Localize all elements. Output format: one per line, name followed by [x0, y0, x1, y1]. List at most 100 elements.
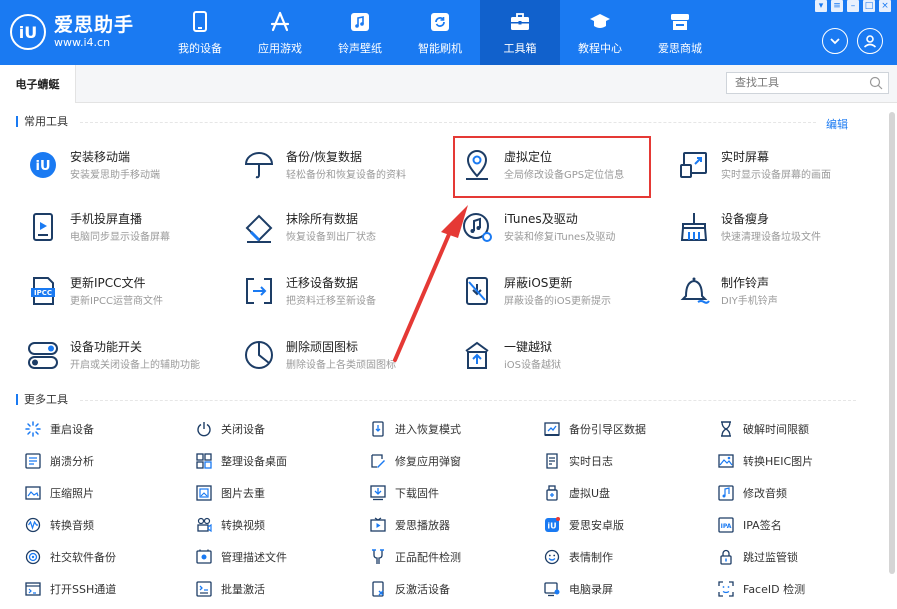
mini-tool-i4-player[interactable]: 爱思播放器: [370, 514, 450, 536]
tool-desc: 轻松备份和恢复设备的资料: [286, 170, 406, 181]
mini-tool-download-firmware[interactable]: 下载固件: [370, 482, 439, 504]
mini-tool-backup-boot[interactable]: 备份引导区数据: [544, 418, 646, 440]
mini-tool-deactivate-device[interactable]: 反激活设备: [370, 578, 450, 600]
tool-name: 实时屏幕: [721, 150, 770, 164]
edit-link[interactable]: 编辑: [826, 116, 848, 132]
crash-analysis-icon: [25, 453, 41, 469]
tool-desc: 实时显示设备屏幕的画面: [721, 170, 831, 181]
tool-desc: 屏蔽设备的iOS更新提示: [504, 296, 611, 307]
mini-tool-manage-profiles[interactable]: 管理描述文件: [196, 546, 287, 568]
tool-itunes-drivers[interactable]: iTunes及驱动 安装和修复iTunes及驱动: [460, 206, 670, 250]
user-icon[interactable]: [857, 28, 883, 54]
mini-tool-batch-activate[interactable]: 批量激活: [196, 578, 265, 600]
logo-mark: iU: [10, 14, 46, 50]
mini-tool-label: 虚拟U盘: [569, 487, 611, 500]
search-placeholder: 查找工具: [735, 76, 779, 89]
mini-tool-skip-supervision[interactable]: 跳过监管锁: [718, 546, 798, 568]
vertical-scrollbar[interactable]: [889, 112, 895, 574]
mini-tool-convert-heic[interactable]: 转换HEIC图片: [718, 450, 813, 472]
mini-tool-label: 图片去重: [221, 487, 265, 500]
mini-tool-label: 转换视频: [221, 519, 265, 532]
app-logo[interactable]: iU 爱思助手 www.i4.cn: [10, 8, 134, 56]
umbrella-icon: [244, 152, 274, 179]
nav-store[interactable]: 爱思商城: [640, 0, 720, 65]
download-icon[interactable]: [822, 28, 848, 54]
svg-text:iU: iU: [547, 522, 556, 531]
nav-label: 铃声壁纸: [338, 41, 382, 55]
mini-tool-faceid-check[interactable]: FaceID 检测: [718, 578, 805, 600]
mini-tool-screen-record[interactable]: 电脑录屏: [544, 578, 613, 600]
tool-desc: 安装和修复iTunes及驱动: [504, 232, 616, 243]
maximize-icon[interactable]: □: [863, 0, 875, 12]
mini-tool-convert-video[interactable]: 转换视频: [196, 514, 265, 536]
mini-tool-crash-analysis[interactable]: 崩溃分析: [25, 450, 94, 472]
shirt-icon[interactable]: ▾: [815, 0, 827, 12]
tab-electronic-dragonfly[interactable]: 电子蜻蜓: [0, 65, 76, 103]
nav-label: 应用游戏: [258, 41, 302, 55]
hourglass-icon: [721, 421, 731, 437]
mini-tool-dedupe-photo[interactable]: 图片去重: [196, 482, 265, 504]
mini-tool-accessory-check[interactable]: 正品配件检测: [370, 546, 461, 568]
mini-tool-i4-android[interactable]: iU 爱思安卓版: [544, 514, 624, 536]
tool-live-screen[interactable]: 实时屏幕 实时显示设备屏幕的画面: [677, 144, 887, 188]
tool-device-feature-switch[interactable]: 设备功能开关 开启或关闭设备上的辅助功能: [26, 334, 236, 378]
tool-block-ios-update[interactable]: 屏蔽iOS更新 屏蔽设备的iOS更新提示: [460, 270, 670, 314]
mini-tool-label: 整理设备桌面: [221, 455, 287, 468]
top-bar: iU 爱思助手 www.i4.cn 我的设备 应用游戏 铃声壁纸 智能刷机 工具…: [0, 0, 897, 65]
nav-label: 我的设备: [178, 41, 222, 55]
mini-tool-virtual-udisk[interactable]: 虚拟U盘: [544, 482, 610, 504]
mini-tool-open-ssh[interactable]: 打开SSH通道: [25, 578, 116, 600]
search-input[interactable]: 查找工具: [726, 72, 889, 94]
nav-my-device[interactable]: 我的设备: [160, 0, 240, 65]
logo-url: www.i4.cn: [54, 36, 111, 49]
mini-tool-recovery-mode[interactable]: 进入恢复模式: [370, 418, 461, 440]
tool-name: 手机投屏直播: [70, 212, 143, 226]
refresh-icon: [431, 12, 449, 31]
mini-tool-emoji-maker[interactable]: 表情制作: [544, 546, 613, 568]
mini-tool-ipa-sign[interactable]: IPA IPA签名: [718, 514, 782, 536]
toolbox-icon: [511, 12, 529, 30]
mini-tool-label: 正品配件检测: [395, 551, 461, 564]
mini-tool-edit-audio[interactable]: 修改音频: [718, 482, 787, 504]
search-icon[interactable]: [869, 76, 883, 90]
tool-device-slim[interactable]: 设备瘦身 快速清理设备垃圾文件: [677, 206, 887, 250]
minimize-icon[interactable]: –: [847, 0, 859, 12]
tool-delete-stubborn-icons[interactable]: 删除顽固图标 删除设备上各类顽固图标: [242, 334, 452, 378]
block-update-icon: [466, 277, 488, 305]
tool-desc: DIY手机铃声: [721, 296, 778, 307]
mini-tool-organize-desktop[interactable]: 整理设备桌面: [196, 450, 287, 472]
tool-desc: 快速清理设备垃圾文件: [721, 232, 821, 243]
tool-migrate-data[interactable]: 迁移设备数据 把资料迁移至新设备: [242, 270, 452, 314]
mini-tool-label: 进入恢复模式: [395, 423, 461, 436]
tool-desc: iOS设备越狱: [504, 360, 561, 371]
tool-backup-restore[interactable]: 备份/恢复数据 轻松备份和恢复设备的资料: [242, 144, 452, 188]
mini-tool-shutdown[interactable]: 关闭设备: [196, 418, 265, 440]
tool-screen-cast-live[interactable]: 手机投屏直播 电脑同步显示设备屏幕: [26, 206, 236, 250]
mini-tool-social-backup[interactable]: 社交软件备份: [25, 546, 116, 568]
nav-flash[interactable]: 智能刷机: [400, 0, 480, 65]
mini-tool-screen-time-crack[interactable]: 破解时间限额: [718, 418, 809, 440]
nav-toolbox[interactable]: 工具箱: [480, 0, 560, 65]
store-icon: [671, 13, 689, 30]
close-icon[interactable]: ×: [879, 0, 891, 12]
tool-name: 制作铃声: [721, 276, 770, 290]
ssh-terminal-icon: [25, 582, 41, 596]
tool-update-ipcc[interactable]: IPCC 更新IPCC文件 更新IPCC运营商文件: [26, 270, 236, 314]
power-icon: [197, 422, 211, 437]
tool-install-mobile[interactable]: iU 安装移动端 安装爱思助手移动端: [26, 144, 236, 188]
tool-one-click-jailbreak[interactable]: 一键越狱 iOS设备越狱: [460, 334, 670, 378]
mini-tool-repair-popup[interactable]: 修复应用弹窗: [370, 450, 461, 472]
section-divider: [80, 122, 816, 123]
mini-tool-convert-audio[interactable]: 转换音频: [25, 514, 94, 536]
mini-tool-compress-photo[interactable]: 压缩照片: [25, 482, 94, 504]
menu-icon[interactable]: ≡: [831, 0, 843, 12]
tool-make-ringtone[interactable]: 制作铃声 DIY手机铃声: [677, 270, 887, 314]
nav-ringtones[interactable]: 铃声壁纸: [320, 0, 400, 65]
dedupe-photo-icon: [196, 485, 212, 501]
graduation-cap-icon: [590, 13, 610, 28]
mini-tool-restart[interactable]: 重启设备: [25, 418, 94, 440]
mini-tool-realtime-log[interactable]: 实时日志: [544, 450, 613, 472]
nav-apps-games[interactable]: 应用游戏: [240, 0, 320, 65]
tool-erase-all-data[interactable]: 抹除所有数据 恢复设备到出厂状态: [242, 206, 452, 250]
nav-tutorials[interactable]: 教程中心: [560, 0, 640, 65]
